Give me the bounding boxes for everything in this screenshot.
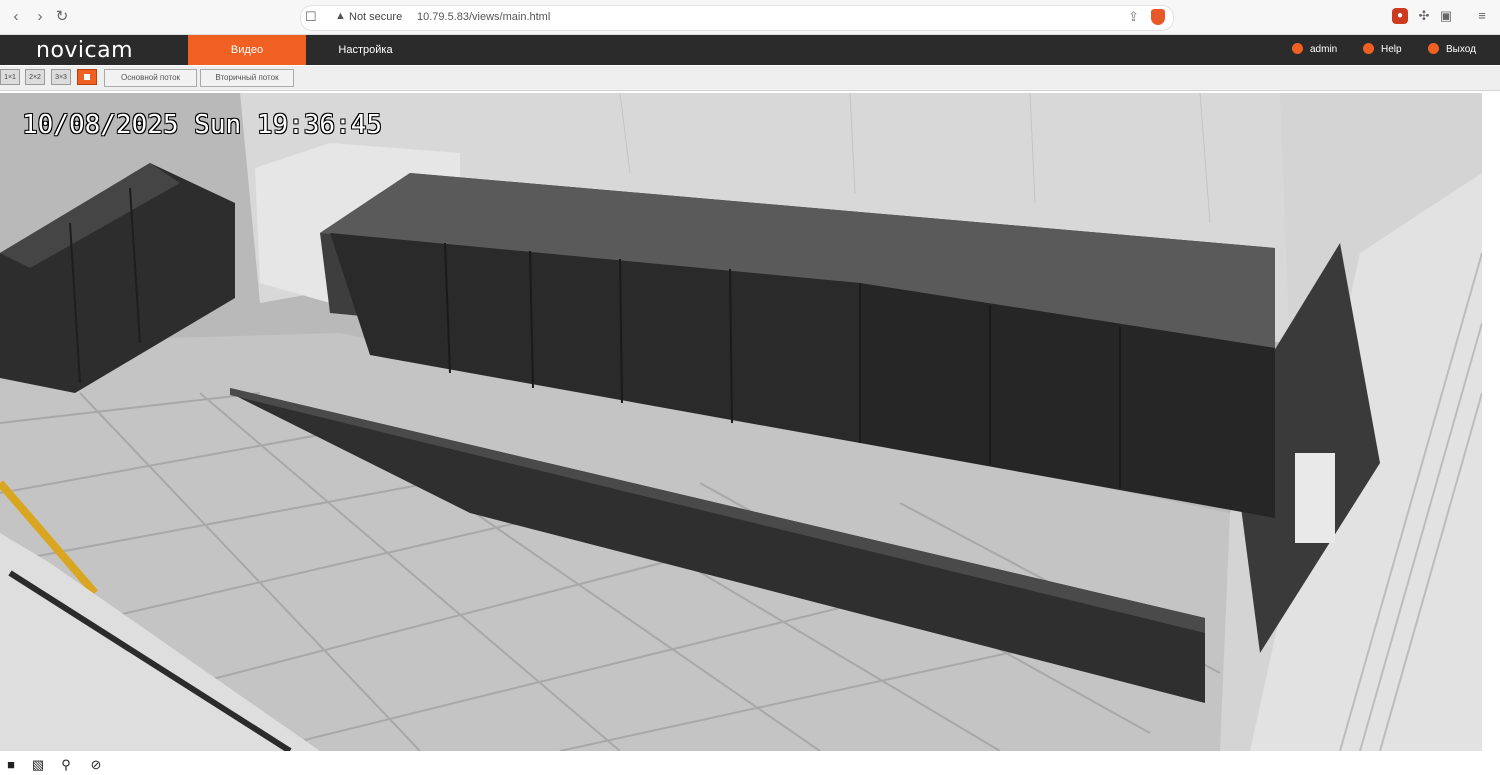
logout-link[interactable]: Выход	[1428, 35, 1476, 65]
window-icon[interactable]: ▣	[1438, 8, 1454, 24]
help-label: Help	[1381, 44, 1402, 55]
osd-timestamp: 10/08/2025 Sun 19:36:45	[22, 110, 383, 140]
menu-icon[interactable]: ≡	[1474, 8, 1490, 24]
video-toolbar: 1×1 2×2 3×3 Основной поток Вторичный пот…	[0, 66, 1500, 91]
snapshot-icon[interactable]: ▧	[30, 757, 46, 773]
user-label: admin	[1310, 44, 1338, 55]
secondary-stream-button[interactable]: Вторичный поток	[200, 69, 294, 87]
logout-label: Выход	[1446, 44, 1476, 55]
reload-icon[interactable]: ↻	[52, 7, 72, 27]
hide-icon[interactable]: ⊘	[88, 757, 104, 773]
logout-icon	[1428, 42, 1439, 54]
extension-icon[interactable]: ●	[1392, 8, 1408, 24]
zoom-icon[interactable]: ⚲	[58, 757, 74, 773]
help-icon	[1363, 42, 1374, 54]
address-bar[interactable]: ☐ ▲ Not secure 10.79.5.83/views/main.htm…	[300, 5, 1174, 31]
forward-icon[interactable]: ›	[30, 7, 50, 27]
back-icon[interactable]: ‹	[6, 7, 26, 27]
bookmark-icon[interactable]: ☐	[305, 9, 317, 25]
video-controls-bar: ■ ▧ ⚲ ⊘	[0, 753, 1500, 775]
camera-frame	[0, 93, 1482, 751]
brave-shield-icon[interactable]	[1151, 9, 1165, 25]
help-link[interactable]: Help	[1363, 35, 1402, 65]
layout-3x3-button[interactable]: 3×3	[51, 69, 71, 85]
puzzle-icon[interactable]: ✣	[1416, 8, 1432, 24]
layout-1x1-button[interactable]: 1×1	[0, 69, 20, 85]
tab-settings[interactable]: Настройка	[318, 35, 413, 65]
main-stream-button[interactable]: Основной поток	[104, 69, 197, 87]
user-icon	[1292, 42, 1303, 54]
app-header: novicam Видео Настройка admin Help Выход	[0, 35, 1500, 65]
url-text[interactable]: 10.79.5.83/views/main.html	[417, 11, 550, 23]
browser-toolbar: ‹ › ↻ ☐ ▲ Not secure 10.79.5.83/views/ma…	[0, 0, 1500, 35]
stop-icon[interactable]: ■	[3, 757, 19, 773]
layout-2x2-button[interactable]: 2×2	[25, 69, 45, 85]
page-scrollbar[interactable]	[1482, 93, 1500, 751]
user-menu[interactable]: admin	[1292, 35, 1337, 65]
novicam-logo: novicam	[36, 38, 134, 63]
record-button[interactable]	[77, 69, 97, 85]
warning-icon[interactable]: ▲	[335, 10, 346, 22]
security-label[interactable]: Not secure	[349, 11, 402, 23]
video-view[interactable]: 10/08/2025 Sun 19:36:45	[0, 93, 1482, 751]
tab-video[interactable]: Видео	[188, 35, 306, 65]
share-icon[interactable]: ⇪	[1128, 9, 1139, 25]
